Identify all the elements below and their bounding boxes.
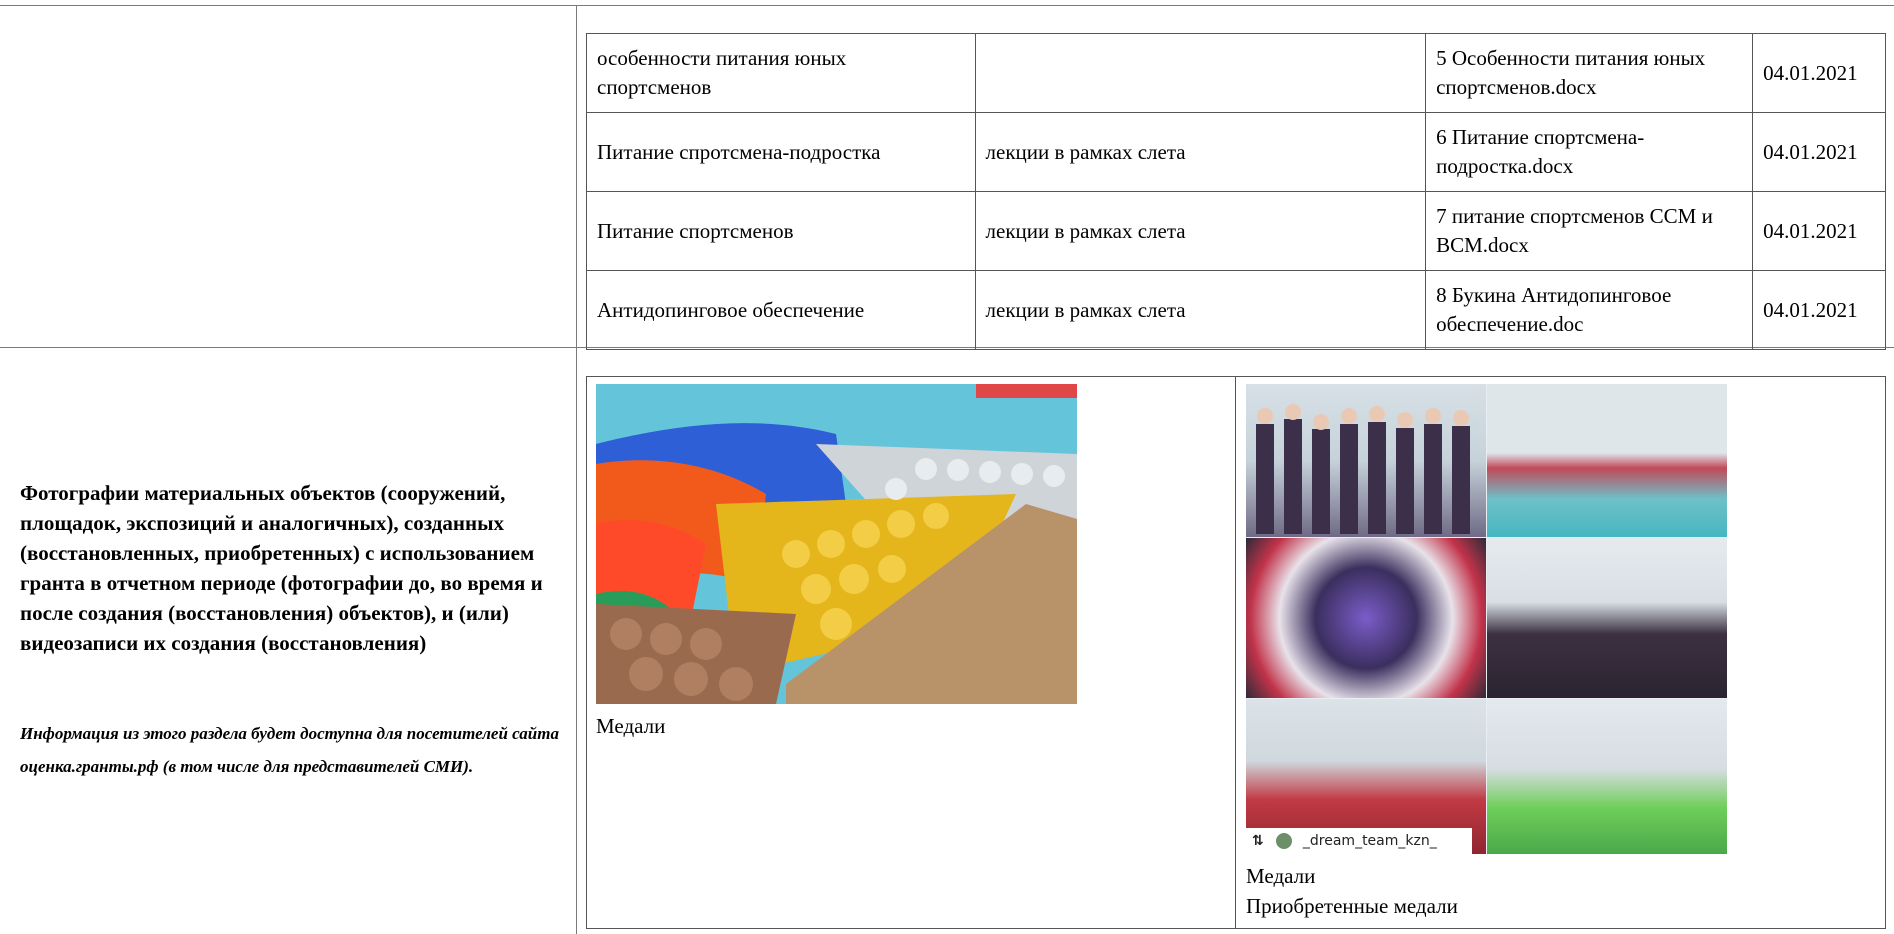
collage-tile-gym-group	[1487, 384, 1727, 537]
outer-top-border	[0, 5, 1894, 6]
material-name: Питание спротсмена-подростка	[586, 112, 976, 192]
team-members-illustration	[1256, 404, 1470, 534]
material-type: лекции в рамках слета	[974, 112, 1427, 192]
material-name: особенности питания юных спортсменов	[586, 33, 976, 113]
photo-caption: Медали	[1246, 864, 1316, 888]
medals-photo-illustration	[596, 384, 1077, 704]
photos-section-heading: Фотографии материальных объектов (сооруж…	[20, 481, 543, 655]
collage-tile-team-photo	[1246, 384, 1486, 537]
material-file-link[interactable]: 8 Букина Антидопинговое обеспечение.doc	[1425, 270, 1754, 350]
materials-table: особенности питания юных спортсменов 5 О…	[586, 33, 1886, 350]
material-date: 04.01.2021	[1752, 112, 1886, 192]
collage-tile-medals-circle	[1246, 538, 1486, 698]
instagram-watermark: ⇅ _dream_team_kzn_	[1246, 828, 1472, 854]
table-row: Антидопинговое обеспечение лекции в рамк…	[586, 270, 1886, 350]
material-type	[974, 33, 1427, 113]
photo-description: Приобретенные медали	[1246, 894, 1458, 918]
material-file-link[interactable]: 7 питание спортсменов ССМ и ВСМ.docx	[1425, 191, 1754, 271]
table-row: особенности питания юных спортсменов 5 О…	[586, 33, 1886, 113]
material-file-link[interactable]: 5 Особенности питания юных спортсменов.d…	[1425, 33, 1754, 113]
watermark-username: _dream_team_kzn_	[1302, 833, 1437, 849]
photos-column-divider	[1235, 376, 1236, 929]
material-type: лекции в рамках слета	[974, 191, 1427, 271]
collage-tile-team-green	[1487, 699, 1727, 854]
table-row: Питание спортсменов лекции в рамках слет…	[586, 191, 1886, 271]
material-date: 04.01.2021	[1752, 270, 1886, 350]
repost-icon: ⇅	[1252, 833, 1264, 849]
avatar	[1276, 833, 1293, 849]
report-outer-table: особенности питания юных спортсменов 5 О…	[0, 0, 1894, 934]
outer-column-divider	[576, 5, 577, 934]
table-row: Питание спротсмена-подростка лекции в ра…	[586, 112, 1886, 192]
photo-caption: Медали	[596, 714, 666, 738]
material-type: лекции в рамках слета	[974, 270, 1427, 350]
team-collage-photo[interactable]: ⇅ _dream_team_kzn_	[1246, 384, 1727, 854]
collage-tile-athletes	[1487, 538, 1727, 698]
medals-photo[interactable]	[596, 384, 1077, 704]
material-name: Питание спортсменов	[586, 191, 976, 271]
photos-section-note: Информация из этого раздела будет доступ…	[20, 724, 559, 776]
material-file-link[interactable]: 6 Питание спортсмена-подростка.docx	[1425, 112, 1754, 192]
material-date: 04.01.2021	[1752, 33, 1886, 113]
material-date: 04.01.2021	[1752, 191, 1886, 271]
material-name: Антидопинговое обеспечение	[586, 270, 976, 350]
